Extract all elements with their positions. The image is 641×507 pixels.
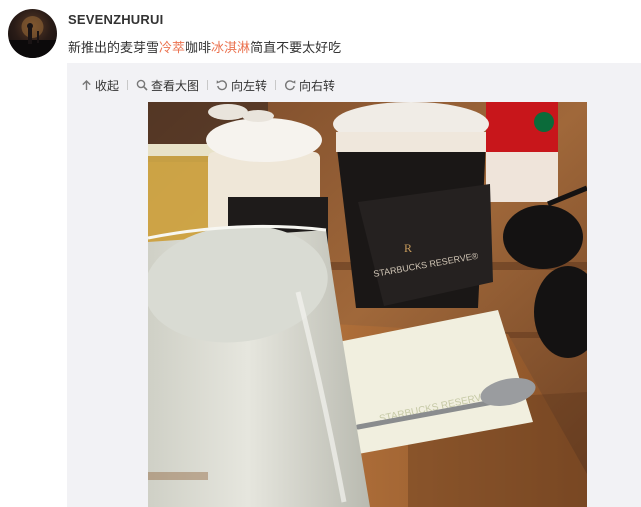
avatar[interactable] — [8, 9, 57, 58]
red-cup-band — [486, 152, 558, 202]
rotate-right-label: 向右转 — [299, 78, 336, 93]
rotate-left-label: 向左转 — [231, 78, 268, 93]
post-text-part: 新推出的麦芽雪 — [68, 41, 160, 56]
toolbar-divider — [207, 80, 209, 90]
post-text: 新推出的麦芽雪冷萃咖啡冰淇淋简直不要太好吃 — [68, 37, 341, 56]
avatar-image — [8, 16, 57, 58]
small-cup — [242, 110, 274, 122]
view-large-label: 查看大图 — [151, 78, 200, 93]
collapse-button[interactable]: 收起 — [81, 77, 119, 94]
media-panel: 收起 查看大图 向左转 向右转 R STARBUCKS RESERVE® STA… — [67, 63, 641, 507]
view-large-button[interactable]: 查看大图 — [136, 77, 199, 94]
rotate-right-button[interactable]: 向右转 — [284, 77, 335, 94]
username[interactable]: SEVENZHURUI — [68, 12, 163, 27]
starbucks-logo — [534, 112, 554, 132]
straw-shadow — [148, 472, 208, 480]
topic-link-ice-cream[interactable]: 冰淇淋 — [211, 41, 250, 56]
iced-drink-lid — [148, 144, 218, 156]
sunglasses-lens — [503, 205, 583, 269]
topic-link-cold-brew[interactable]: 冷萃 — [159, 41, 185, 56]
rotate-left-icon — [216, 80, 228, 91]
rotate-right-icon — [285, 80, 296, 91]
collapse-label: 收起 — [95, 78, 120, 93]
small-cup — [208, 104, 248, 120]
image-toolbar: 收起 查看大图 向左转 向右转 — [81, 76, 335, 94]
reserve-cup-rim — [336, 132, 486, 152]
coffee-photo: R STARBUCKS RESERVE® STARBUCKS RESERVE — [148, 102, 587, 507]
post-photo[interactable]: R STARBUCKS RESERVE® STARBUCKS RESERVE — [148, 102, 587, 507]
toolbar-divider — [275, 80, 277, 90]
magnifier-icon — [136, 79, 148, 91]
post-text-part: 简直不要太好吃 — [250, 41, 342, 56]
toolbar-divider — [127, 80, 129, 90]
arrow-up-icon — [82, 79, 91, 90]
post-text-part: 咖啡 — [185, 41, 212, 56]
reserve-logo-mark: R — [404, 241, 412, 255]
rotate-left-button[interactable]: 向左转 — [216, 77, 267, 94]
white-cup-lid — [206, 118, 322, 162]
